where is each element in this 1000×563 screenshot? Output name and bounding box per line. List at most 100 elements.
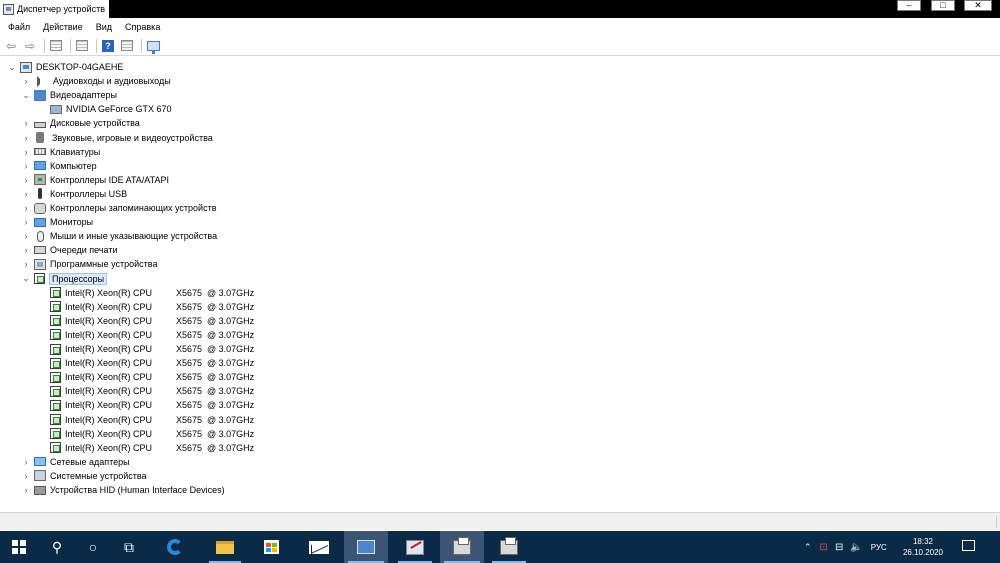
start-button[interactable] xyxy=(2,531,36,563)
menu-file[interactable]: Файл xyxy=(8,22,30,32)
expand-chevron-icon[interactable]: › xyxy=(21,215,31,229)
file-explorer-icon xyxy=(216,540,234,554)
close-button[interactable]: ✕ xyxy=(964,0,992,11)
device-tree: ⌄ DESKTOP-04GAEHE › Аудиовходы и аудиовыход… xyxy=(0,60,1000,510)
tree-device-label: Intel(R) Xeon(R) CPU xyxy=(65,358,153,369)
printer-app-taskbar-button-2[interactable] xyxy=(488,531,530,563)
tree-device-processor[interactable]: Intel(R) Xeon(R) CPU X5675 @ 3.07GHz xyxy=(50,286,254,300)
tree-device-processor[interactable]: Intel(R) Xeon(R) CPU X5675 @ 3.07GHz xyxy=(50,413,254,427)
expand-chevron-icon[interactable]: › xyxy=(21,187,31,201)
back-button[interactable]: ⇦ xyxy=(3,38,19,54)
tree-category[interactable]: › Программные устройства xyxy=(25,257,157,271)
expand-chevron-icon[interactable]: › xyxy=(21,243,31,257)
tree-device-processor[interactable]: Intel(R) Xeon(R) CPU X5675 @ 3.07GHz xyxy=(50,342,254,356)
minimize-button[interactable]: – xyxy=(897,0,921,11)
task-view-button[interactable]: ⧉ xyxy=(112,531,146,563)
tree-category[interactable]: › Контроллеры IDE ATA/ATAPI xyxy=(25,173,169,187)
status-divider xyxy=(996,516,997,528)
edge-taskbar-button[interactable] xyxy=(158,531,192,563)
menu-action[interactable]: Действие xyxy=(43,22,83,32)
tree-category[interactable]: › Мыши и иные указывающие устройства xyxy=(25,229,217,243)
mail-taskbar-button[interactable] xyxy=(300,531,338,563)
expand-chevron-icon[interactable]: › xyxy=(21,201,31,215)
tree-category[interactable]: › Устройства HID (Human Interface Devices… xyxy=(25,483,225,497)
expand-chevron-icon[interactable]: › xyxy=(21,116,31,130)
collapse-chevron-icon[interactable]: ⌄ xyxy=(7,60,17,74)
properties-button[interactable] xyxy=(48,38,64,54)
tree-device-processor[interactable]: Intel(R) Xeon(R) CPU X5675 @ 3.07GHz xyxy=(50,441,254,455)
tree-device-label: Intel(R) Xeon(R) CPU xyxy=(65,329,153,340)
scan-hardware-button[interactable] xyxy=(145,38,161,54)
tree-category[interactable]: › Аудиовходы и аудиовыходы xyxy=(25,74,171,88)
tree-device-processor[interactable]: Intel(R) Xeon(R) CPU X5675 @ 3.07GHz xyxy=(50,384,254,398)
list-view-button[interactable] xyxy=(74,38,90,54)
tree-device-processor[interactable]: Intel(R) Xeon(R) CPU X5675 @ 3.07GHz xyxy=(50,328,254,342)
expand-chevron-icon[interactable]: › xyxy=(21,74,31,88)
expand-chevron-icon[interactable]: › xyxy=(21,173,31,187)
forward-arrow-icon: ⇨ xyxy=(24,38,36,53)
expand-chevron-icon[interactable]: › xyxy=(21,469,31,483)
volume-icon[interactable]: 🔈 xyxy=(850,542,862,553)
tree-category[interactable]: › Контроллеры запоминающих устройств xyxy=(25,201,216,215)
tree-category[interactable]: › Дисковые устройства xyxy=(25,116,140,130)
printer-app-taskbar-button-1[interactable] xyxy=(440,531,484,563)
processor-icon xyxy=(50,287,61,299)
show-hidden-icons-icon[interactable]: ⌃ xyxy=(804,542,812,553)
tree-category[interactable]: ⌄ Видеоадаптеры xyxy=(22,88,117,102)
tree-category[interactable]: › Сетевые адаптеры xyxy=(25,455,130,469)
tree-root-computer[interactable]: ⌄ DESKTOP-04GAEHE xyxy=(8,60,123,74)
device-manager-app-icon xyxy=(3,3,14,15)
expand-chevron-icon[interactable]: › xyxy=(21,131,31,145)
expand-chevron-icon[interactable]: › xyxy=(21,229,31,243)
toolbar-separator xyxy=(44,38,45,53)
tree-category[interactable]: › Системные устройства xyxy=(25,469,147,483)
expand-chevron-icon[interactable]: › xyxy=(21,145,31,159)
tree-category[interactable]: › Звуковые, игровые и видеоустройства xyxy=(25,131,213,145)
tree-device-processor[interactable]: Intel(R) Xeon(R) CPU X5675 @ 3.07GHz xyxy=(50,370,254,384)
tree-device-processor[interactable]: Intel(R) Xeon(R) CPU X5675 @ 3.07GHz xyxy=(50,300,254,314)
tree-category[interactable]: › Клавиатуры xyxy=(25,145,101,159)
expand-chevron-icon[interactable]: › xyxy=(21,159,31,173)
image-editor-taskbar-button[interactable] xyxy=(394,531,436,563)
collapse-chevron-icon[interactable]: ⌄ xyxy=(21,88,31,102)
back-arrow-icon: ⇦ xyxy=(5,38,17,53)
disk-drive-icon xyxy=(34,121,46,128)
clock[interactable]: 18:32 26.10.2020 xyxy=(900,536,946,558)
collapse-chevron-icon[interactable]: ⌄ xyxy=(21,272,31,286)
tree-category[interactable]: › Очереди печати xyxy=(25,243,118,257)
forward-button[interactable]: ⇨ xyxy=(22,38,38,54)
menu-view[interactable]: Вид xyxy=(96,22,112,32)
notification-center-icon[interactable] xyxy=(962,540,975,551)
tree-device-processor[interactable]: Intel(R) Xeon(R) CPU X5675 @ 3.07GHz xyxy=(50,314,254,328)
tree-device-label: Intel(R) Xeon(R) CPU xyxy=(65,287,153,298)
store-taskbar-button[interactable] xyxy=(252,531,290,563)
menu-bar: Файл Действие Вид Справка xyxy=(0,18,1000,35)
cortana-button[interactable]: ○ xyxy=(76,531,110,563)
search-button[interactable]: ⚲ xyxy=(40,531,74,563)
expand-chevron-icon[interactable]: › xyxy=(21,483,31,497)
tree-category[interactable]: › Компьютер xyxy=(25,159,97,173)
tree-device-label: Intel(R) Xeon(R) CPU xyxy=(65,386,153,397)
explorer-taskbar-button[interactable] xyxy=(205,531,245,563)
sound-device-icon xyxy=(36,132,44,143)
device-manager-taskbar-button[interactable] xyxy=(344,531,388,563)
language-indicator[interactable]: РУС xyxy=(871,543,887,552)
menu-help[interactable]: Справка xyxy=(125,22,160,32)
help-button[interactable]: ? xyxy=(100,38,116,54)
expand-chevron-icon[interactable]: › xyxy=(21,257,31,271)
tree-device-label: Intel(R) Xeon(R) CPU xyxy=(65,315,153,326)
tree-category[interactable]: ⌄ Процессоры xyxy=(22,272,108,286)
network-warning-icon[interactable]: ⊡ xyxy=(820,542,828,553)
tree-category[interactable]: › Мониторы xyxy=(25,215,94,229)
network-icon[interactable]: ⊟ xyxy=(835,542,843,553)
edge-browser-icon xyxy=(167,539,183,555)
tree-category-label: Клавиатуры xyxy=(50,146,101,157)
tree-category[interactable]: › Контроллеры USB xyxy=(25,187,127,201)
maximize-button[interactable]: □ xyxy=(931,0,955,11)
details-button[interactable] xyxy=(119,38,135,54)
tree-device-processor[interactable]: Intel(R) Xeon(R) CPU X5675 @ 3.07GHz xyxy=(50,427,254,441)
tree-device-processor[interactable]: Intel(R) Xeon(R) CPU X5675 @ 3.07GHz xyxy=(50,356,254,370)
tree-device-processor[interactable]: Intel(R) Xeon(R) CPU X5675 @ 3.07GHz xyxy=(50,398,254,412)
tree-device[interactable]: NVIDIA GeForce GTX 670 xyxy=(50,102,172,116)
expand-chevron-icon[interactable]: › xyxy=(21,455,31,469)
